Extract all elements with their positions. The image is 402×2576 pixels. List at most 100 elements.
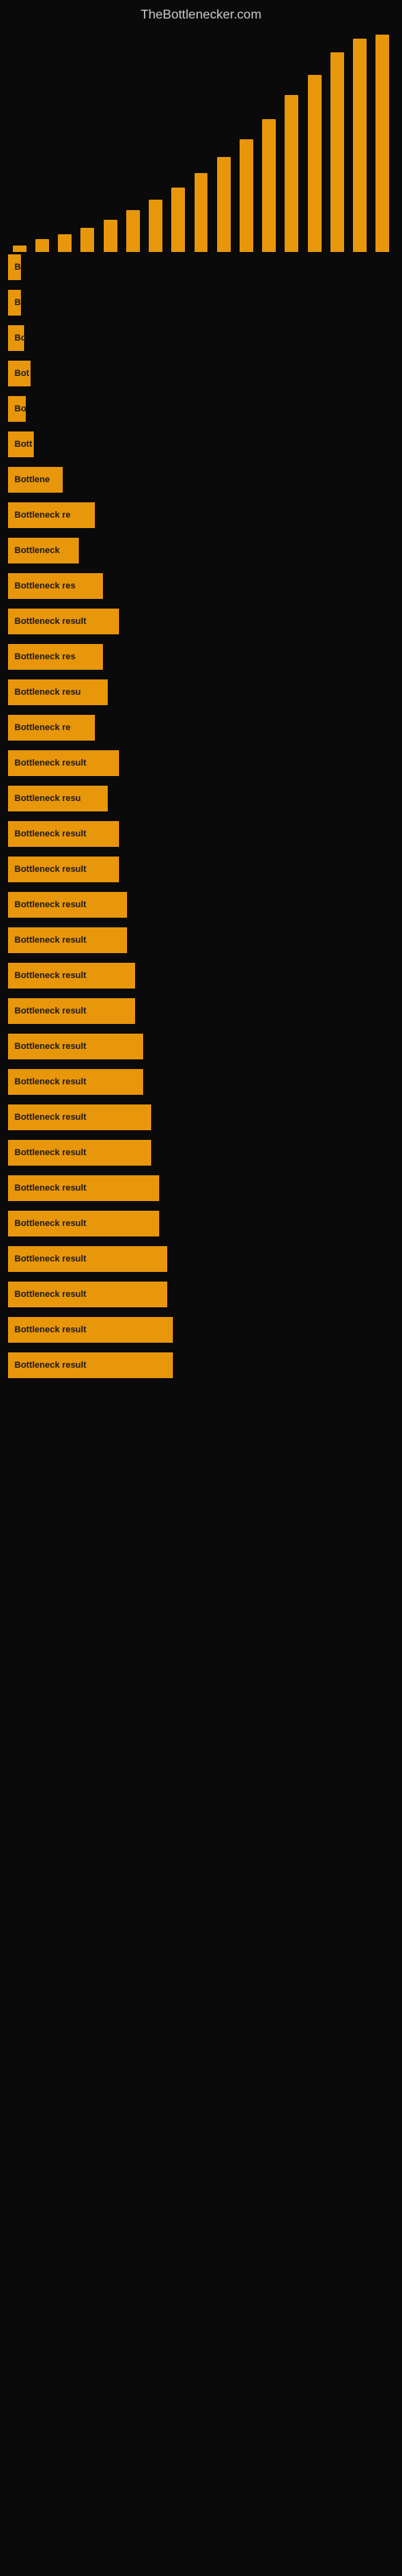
bar-fill-1 — [35, 239, 49, 252]
result-bar: Bott — [8, 431, 34, 457]
list-item: Bottleneck re — [8, 712, 394, 743]
result-bar: Bottleneck result — [8, 1104, 151, 1130]
result-bar: Bottleneck resu — [8, 786, 108, 811]
bar-fill-13 — [308, 75, 322, 252]
result-label: Bottleneck result — [14, 865, 86, 874]
result-label: Bottleneck result — [14, 1042, 86, 1051]
chart-bar-1 — [31, 27, 53, 252]
list-item: Bo — [8, 394, 394, 424]
list-item: Bottleneck result — [8, 1244, 394, 1274]
result-label: Bottleneck result — [14, 617, 86, 626]
list-item: Bottleneck re — [8, 500, 394, 530]
result-bar: Bottleneck result — [8, 821, 119, 847]
list-item: Bottleneck resu — [8, 783, 394, 814]
result-label: B — [14, 298, 21, 308]
chart-bar-5 — [121, 27, 144, 252]
chart-bar-15 — [349, 27, 371, 252]
result-label: Bottleneck result — [14, 1290, 86, 1299]
bar-fill-3 — [80, 228, 94, 252]
chart-bar-7 — [167, 27, 190, 252]
list-item: Bottleneck result — [8, 960, 394, 991]
list-item: Bottleneck result — [8, 1102, 394, 1133]
result-bar: Bottleneck re — [8, 502, 95, 528]
list-item: Bott — [8, 429, 394, 460]
result-bar: Bottleneck resu — [8, 679, 108, 705]
result-bar: Bo — [8, 325, 24, 351]
result-label: Bott — [14, 440, 32, 449]
result-bar: Bottleneck result — [8, 1034, 143, 1059]
chart-bar-8 — [190, 27, 212, 252]
chart-bar-4 — [99, 27, 121, 252]
result-bar: Bottleneck res — [8, 573, 103, 599]
result-bar: Bottleneck result — [8, 963, 135, 989]
result-bar: Bottleneck result — [8, 750, 119, 776]
result-label: Bottleneck re — [14, 723, 71, 733]
result-bar: Bottlene — [8, 467, 63, 493]
list-item: Bottleneck res — [8, 642, 394, 672]
result-bar: Bottleneck re — [8, 715, 95, 741]
chart-bar-11 — [258, 27, 281, 252]
bar-fill-12 — [285, 95, 298, 252]
chart-bar-3 — [76, 27, 99, 252]
bar-fill-16 — [375, 35, 389, 252]
list-item: Bottleneck result — [8, 748, 394, 778]
result-label: Bottleneck re — [14, 510, 71, 520]
list-item: Bottleneck result — [8, 890, 394, 920]
result-label: Bo — [14, 333, 27, 343]
chart-bar-16 — [371, 27, 394, 252]
list-item: Bottleneck result — [8, 1031, 394, 1062]
result-bar: Bottleneck result — [8, 1352, 173, 1378]
list-item: Bottleneck result — [8, 1067, 394, 1097]
result-bar: Bottleneck result — [8, 609, 119, 634]
bars-container — [0, 27, 402, 252]
list-item: Bottleneck result — [8, 819, 394, 849]
result-label: Bottleneck result — [14, 1077, 86, 1087]
bar-fill-6 — [149, 200, 162, 252]
list-item: Bottleneck result — [8, 1208, 394, 1239]
result-label: Bottleneck resu — [14, 687, 81, 697]
result-bar: Bottleneck result — [8, 1140, 151, 1166]
list-item: Bottleneck result — [8, 854, 394, 885]
result-bar: Bottleneck result — [8, 998, 135, 1024]
result-label: Bottleneck result — [14, 829, 86, 839]
chart-bar-9 — [212, 27, 235, 252]
result-bar: B — [8, 254, 21, 280]
chart-bar-10 — [235, 27, 257, 252]
list-item: Bottleneck resu — [8, 677, 394, 708]
result-label: Bottleneck res — [14, 581, 76, 591]
list-item: Bottleneck result — [8, 606, 394, 637]
bar-fill-5 — [126, 210, 140, 252]
result-label: Bottleneck result — [14, 935, 86, 945]
result-label: Bo — [14, 404, 27, 414]
chart-bar-13 — [303, 27, 326, 252]
result-label: Bottleneck res — [14, 652, 76, 662]
result-bar: Bottleneck result — [8, 1175, 159, 1201]
list-item: Bottlene — [8, 464, 394, 495]
list-item: Bottleneck result — [8, 1137, 394, 1168]
result-label: Bottleneck result — [14, 1360, 86, 1370]
result-label: Bottleneck result — [14, 1148, 86, 1158]
bar-fill-10 — [240, 139, 253, 252]
result-label: Bottleneck result — [14, 971, 86, 980]
list-item: Bottleneck result — [8, 1173, 394, 1203]
result-label: B — [14, 262, 21, 272]
list-item: B — [8, 252, 394, 283]
result-bar: Bottleneck result — [8, 1317, 173, 1343]
chart-bar-2 — [53, 27, 76, 252]
result-label: Bottleneck result — [14, 900, 86, 910]
result-label: Bottleneck result — [14, 758, 86, 768]
result-bar: Bottleneck result — [8, 857, 119, 882]
list-item: B — [8, 287, 394, 318]
bar-fill-4 — [104, 220, 117, 252]
result-label: Bottleneck result — [14, 1183, 86, 1193]
result-label: Bottleneck result — [14, 1113, 86, 1122]
site-title: TheBottlenecker.com — [0, 0, 402, 27]
result-label: Bottlene — [14, 475, 50, 485]
bar-fill-7 — [171, 188, 185, 252]
list-item: Bottleneck — [8, 535, 394, 566]
result-label: Bottleneck — [14, 546, 59, 555]
list-item: Bo — [8, 323, 394, 353]
chart-bar-6 — [144, 27, 166, 252]
result-bar: Bottleneck result — [8, 1211, 159, 1236]
result-label: Bottleneck result — [14, 1254, 86, 1264]
